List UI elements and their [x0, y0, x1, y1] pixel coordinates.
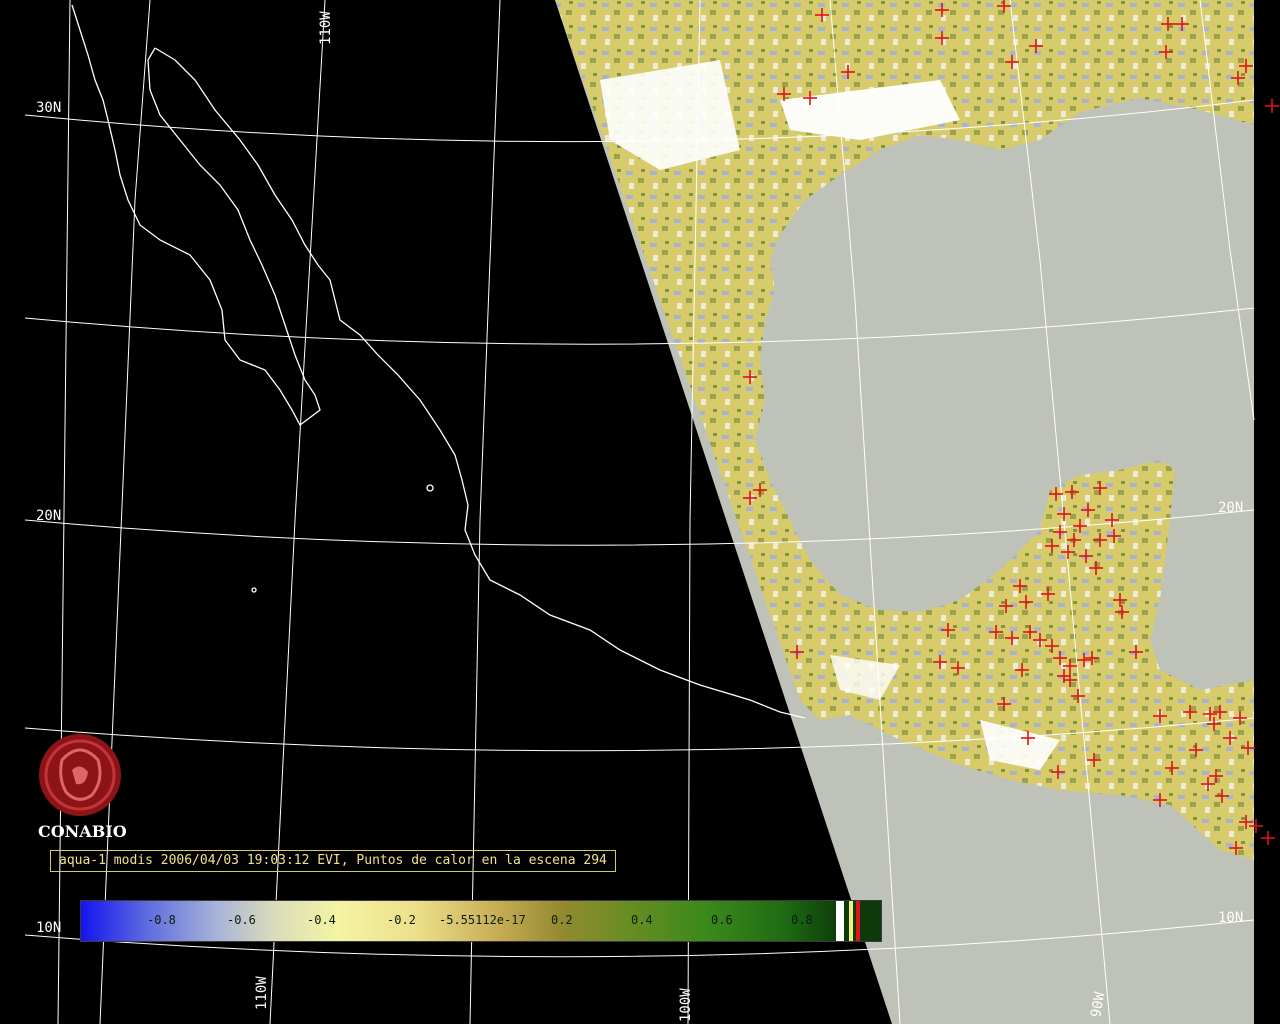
scale-tick: -0.8 [147, 913, 176, 927]
lat-label: 20N [1218, 500, 1243, 516]
evi-color-scale: -0.8 -0.6 -0.4 -0.2 -5.55112e-17 0.2 0.4… [80, 900, 882, 942]
lon-label: 110W [254, 976, 270, 1010]
lat-label: 20N [36, 508, 61, 524]
scale-tick: 0.2 [551, 913, 573, 927]
lon-label: 100W [678, 988, 694, 1022]
satellite-swath [555, 0, 1254, 1024]
no-data-swatch [849, 901, 853, 941]
lat-label: 10N [1218, 910, 1243, 926]
scale-tick: -0.6 [227, 913, 256, 927]
conabio-logo [39, 734, 121, 816]
lat-label: 30N [36, 100, 61, 116]
scale-tick: -5.55112e-17 [439, 913, 526, 927]
scale-tick: -0.4 [307, 913, 336, 927]
scale-tick: -0.2 [387, 913, 416, 927]
cloud-swatch [836, 901, 844, 941]
scale-tick: 0.4 [631, 913, 653, 927]
lon-label: 110W [318, 11, 334, 45]
conabio-logo-text: CONABIO [38, 822, 127, 841]
lat-label: 10N [36, 920, 61, 936]
hotspot-swatch [856, 901, 860, 941]
image-caption: aqua-1 modis 2006/04/03 19:03:12 EVI, Pu… [50, 850, 616, 872]
scale-tick: 0.6 [711, 913, 733, 927]
scale-tick: 0.8 [791, 913, 813, 927]
